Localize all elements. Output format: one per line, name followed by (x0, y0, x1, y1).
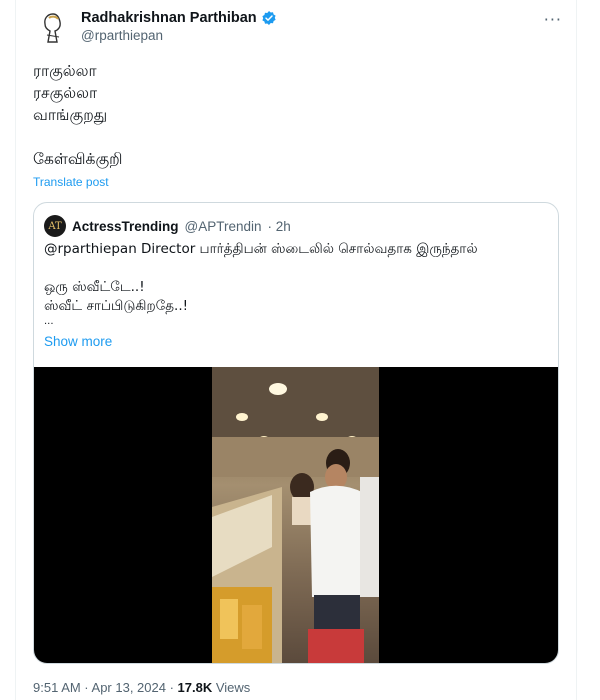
quoted-line: ஒரு ஸ்வீட்டே..! (44, 279, 145, 295)
author-display-name-row[interactable]: Radhakrishnan Parthiban (81, 10, 277, 26)
more-options-icon[interactable]: ··· (544, 10, 562, 29)
author-avatar[interactable] (33, 8, 73, 48)
video-still-image (212, 367, 379, 663)
tweet-line (33, 126, 122, 148)
tweet-line: ராகுல்லா (33, 62, 97, 80)
quoted-author-handle[interactable]: @APTrendin (185, 219, 262, 234)
tweet-meta: 9:51 AM · Apr 13, 2024 · 17.8K Views (33, 680, 250, 695)
tweet-line: ரசகுல்லா (33, 84, 98, 102)
views-label: Views (212, 680, 251, 695)
quoted-line: ... (44, 316, 54, 327)
tweet-header: Radhakrishnan Parthiban @rparthiepan ··· (33, 8, 562, 52)
quoted-tweet[interactable]: AT ActressTrending @APTrendin · 2h @rpar… (33, 202, 559, 664)
quoted-tweet-time[interactable]: · 2h (268, 219, 291, 234)
quoted-line (44, 259, 544, 278)
author-names: Radhakrishnan Parthiban @rparthiepan (81, 10, 277, 43)
quoted-author-avatar[interactable]: AT (44, 215, 66, 237)
show-more-link[interactable]: Show more (44, 334, 112, 349)
avatar-sketch-icon (33, 8, 73, 48)
tweet-line: வாங்குறது (33, 106, 108, 124)
views-count: 17.8K (177, 680, 213, 695)
quoted-author-display-name[interactable]: ActressTrending (72, 219, 179, 234)
tweet-text: ராகுல்லா ரசகுல்லா வாங்குறது கேள்விக்குறி (33, 60, 122, 170)
author-display-name[interactable]: Radhakrishnan Parthiban (81, 10, 257, 26)
verified-badge-icon (262, 11, 276, 25)
translate-post-link[interactable]: Translate post (33, 175, 109, 189)
video-frame (212, 367, 379, 663)
video-player[interactable] (34, 367, 558, 663)
quoted-tweet-text: @rparthiepan Director பார்த்திபன் ஸ்டைலி… (44, 240, 544, 328)
tweet-card: Radhakrishnan Parthiban @rparthiepan ···… (15, 0, 577, 700)
author-handle[interactable]: @rparthiepan (81, 28, 277, 43)
tweet-line: கேள்விக்குறி (33, 150, 123, 168)
tweet-timestamp[interactable]: 9:51 AM · Apr 13, 2024 · (33, 680, 178, 695)
quoted-tweet-header: AT ActressTrending @APTrendin · 2h (44, 215, 291, 237)
quoted-line: @rparthiepan Director பார்த்திபன் ஸ்டைலி… (44, 241, 478, 257)
quoted-line: ஸ்வீட் சாப்பிடுகிறதே..! (44, 298, 189, 314)
